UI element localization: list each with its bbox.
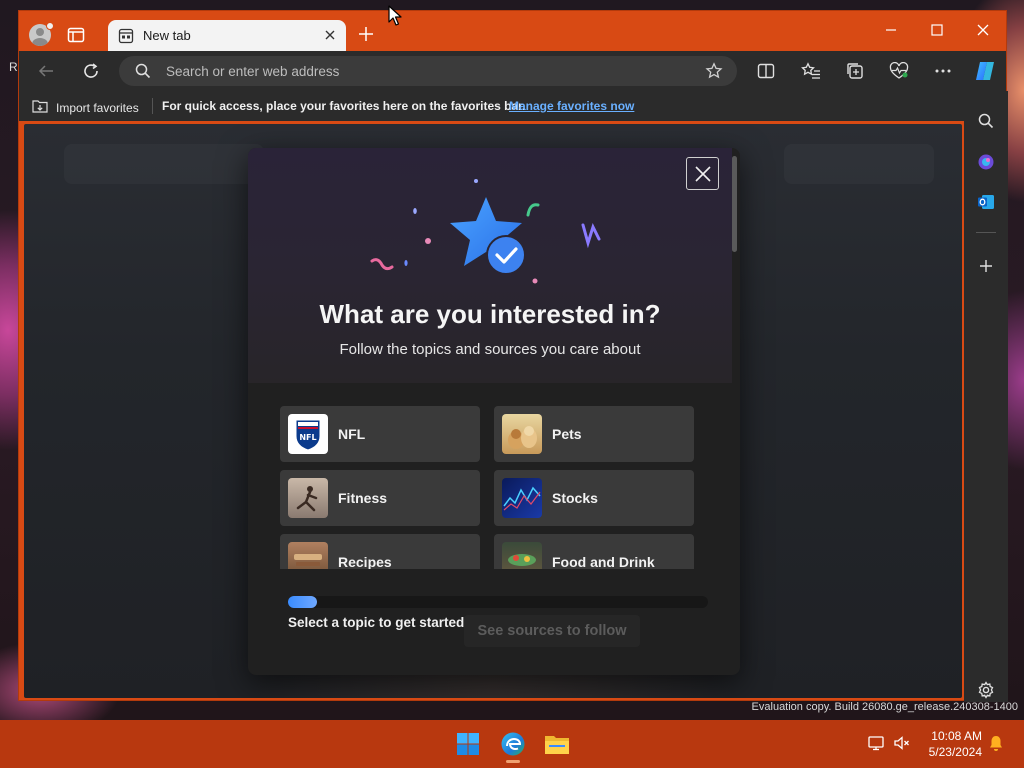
browser-window: New tab Search or enter web address Impo…: [18, 10, 1008, 702]
edge-active-indicator: [506, 760, 520, 763]
sidebar-outlook-icon[interactable]: [976, 192, 996, 212]
tab-new-tab[interactable]: New tab: [108, 20, 346, 51]
address-input[interactable]: [166, 62, 686, 80]
close-icon: [694, 165, 711, 182]
sidebar-add-icon[interactable]: [976, 256, 996, 276]
minimize-button[interactable]: [885, 23, 897, 39]
progress-bar: [288, 596, 708, 608]
topic-label: NFL: [338, 426, 366, 442]
dialog-title: What are you interested in?: [319, 299, 661, 329]
new-tab-button[interactable]: [358, 26, 374, 47]
copilot-icon[interactable]: [973, 59, 997, 83]
topic-recipes[interactable]: Recipes: [280, 534, 480, 569]
manage-favorites-link[interactable]: Manage favorites now: [509, 99, 634, 113]
volume-muted-icon[interactable]: [893, 734, 911, 757]
sidebar-search-icon[interactable]: [976, 111, 996, 131]
recipes-photo-icon: [288, 542, 328, 569]
blurred-background-controls: [784, 144, 934, 184]
progress-bar-fill: [288, 596, 318, 608]
food-photo-icon: [502, 542, 542, 569]
favorites-button[interactable]: [800, 61, 822, 81]
new-tab-page-icon: [118, 28, 134, 49]
edge-sidebar: [964, 91, 1008, 702]
topic-label: Food and Drink: [552, 554, 655, 569]
notification-bell-icon[interactable]: [988, 734, 1004, 757]
clock-date: 5/23/2024: [928, 745, 982, 759]
taskbar: 10:08 AM 5/23/2024: [0, 720, 1024, 768]
dialog-close-button[interactable]: [686, 157, 719, 190]
tab-title: New tab: [143, 28, 191, 43]
network-icon[interactable]: [867, 734, 885, 757]
topic-label: Recipes: [338, 554, 392, 569]
blurred-background-header: [64, 144, 264, 184]
taskbar-edge-icon[interactable]: [499, 730, 527, 758]
browser-toolbar: [19, 51, 1006, 91]
fitness-photo-icon: [288, 478, 328, 518]
interests-dialog: What are you interested in? Follow the t…: [248, 148, 740, 675]
dialog-scrollbar[interactable]: [732, 156, 737, 252]
favorites-bar-message: For quick access, place your favorites h…: [162, 99, 526, 113]
close-window-button[interactable]: [977, 23, 989, 39]
topic-pets[interactable]: Pets: [494, 406, 694, 462]
profile-status-dot: [46, 22, 54, 30]
address-bar[interactable]: [119, 56, 737, 86]
favorites-bar: Import favorites For quick access, place…: [19, 91, 964, 121]
favorites-bar-divider: [152, 98, 153, 114]
dialog-hero: What are you interested in? Follow the t…: [248, 148, 732, 383]
new-tab-page: What are you interested in? Follow the t…: [24, 124, 962, 698]
import-favorites-button[interactable]: Import favorites: [32, 99, 139, 116]
topic-fitness[interactable]: Fitness: [280, 470, 480, 526]
sidebar-settings-gear-icon[interactable]: [976, 680, 996, 700]
topic-label: Stocks: [552, 490, 598, 506]
import-folder-icon: [32, 99, 48, 116]
progress-hint: Select a topic to get started: [288, 615, 465, 630]
tab-actions-icon[interactable]: [67, 27, 85, 43]
topic-nfl[interactable]: NFL NFL: [280, 406, 480, 462]
topic-label: Pets: [552, 426, 582, 442]
mouse-pointer-icon: [388, 5, 402, 32]
evaluation-watermark: Evaluation copy. Build 26080.ge_release.…: [751, 701, 1018, 713]
dialog-subtitle: Follow the topics and sources you care a…: [339, 341, 641, 358]
see-sources-button[interactable]: See sources to follow: [464, 615, 640, 647]
sidebar-copilot-icon[interactable]: [976, 152, 996, 172]
start-windows-icon[interactable]: [454, 730, 482, 758]
star-check-illustration-icon: [368, 173, 608, 298]
tab-bar: New tab: [19, 11, 1006, 51]
taskbar-clock[interactable]: 10:08 AM 5/23/2024: [920, 728, 982, 760]
svg-text:NFL: NFL: [299, 433, 316, 442]
topic-stocks[interactable]: Stocks: [494, 470, 694, 526]
clock-time: 10:08 AM: [931, 729, 982, 743]
pets-photo-icon: [502, 414, 542, 454]
close-tab-icon[interactable]: [324, 28, 336, 44]
search-icon: [135, 63, 151, 84]
collections-button[interactable]: [844, 61, 866, 81]
split-screen-button[interactable]: [755, 61, 777, 81]
sidebar-divider: [976, 232, 996, 233]
topic-food-and-drink[interactable]: Food and Drink: [494, 534, 694, 569]
import-favorites-label: Import favorites: [56, 100, 139, 115]
refresh-button[interactable]: [80, 61, 102, 81]
add-favorite-star-icon[interactable]: [705, 62, 723, 85]
nfl-logo-icon: NFL: [288, 414, 328, 454]
more-options-icon[interactable]: [932, 61, 954, 81]
desktop-edge-text: R: [9, 60, 18, 74]
maximize-button[interactable]: [931, 23, 943, 39]
topic-label: Fitness: [338, 490, 388, 506]
back-button[interactable]: [35, 61, 57, 81]
taskbar-file-explorer-icon[interactable]: [543, 730, 571, 758]
browser-essentials-button[interactable]: [888, 61, 910, 81]
topic-grid: NFL NFL Pets Fitness Stocks Recipes Food…: [280, 406, 696, 569]
stocks-chart-icon: [502, 478, 542, 518]
